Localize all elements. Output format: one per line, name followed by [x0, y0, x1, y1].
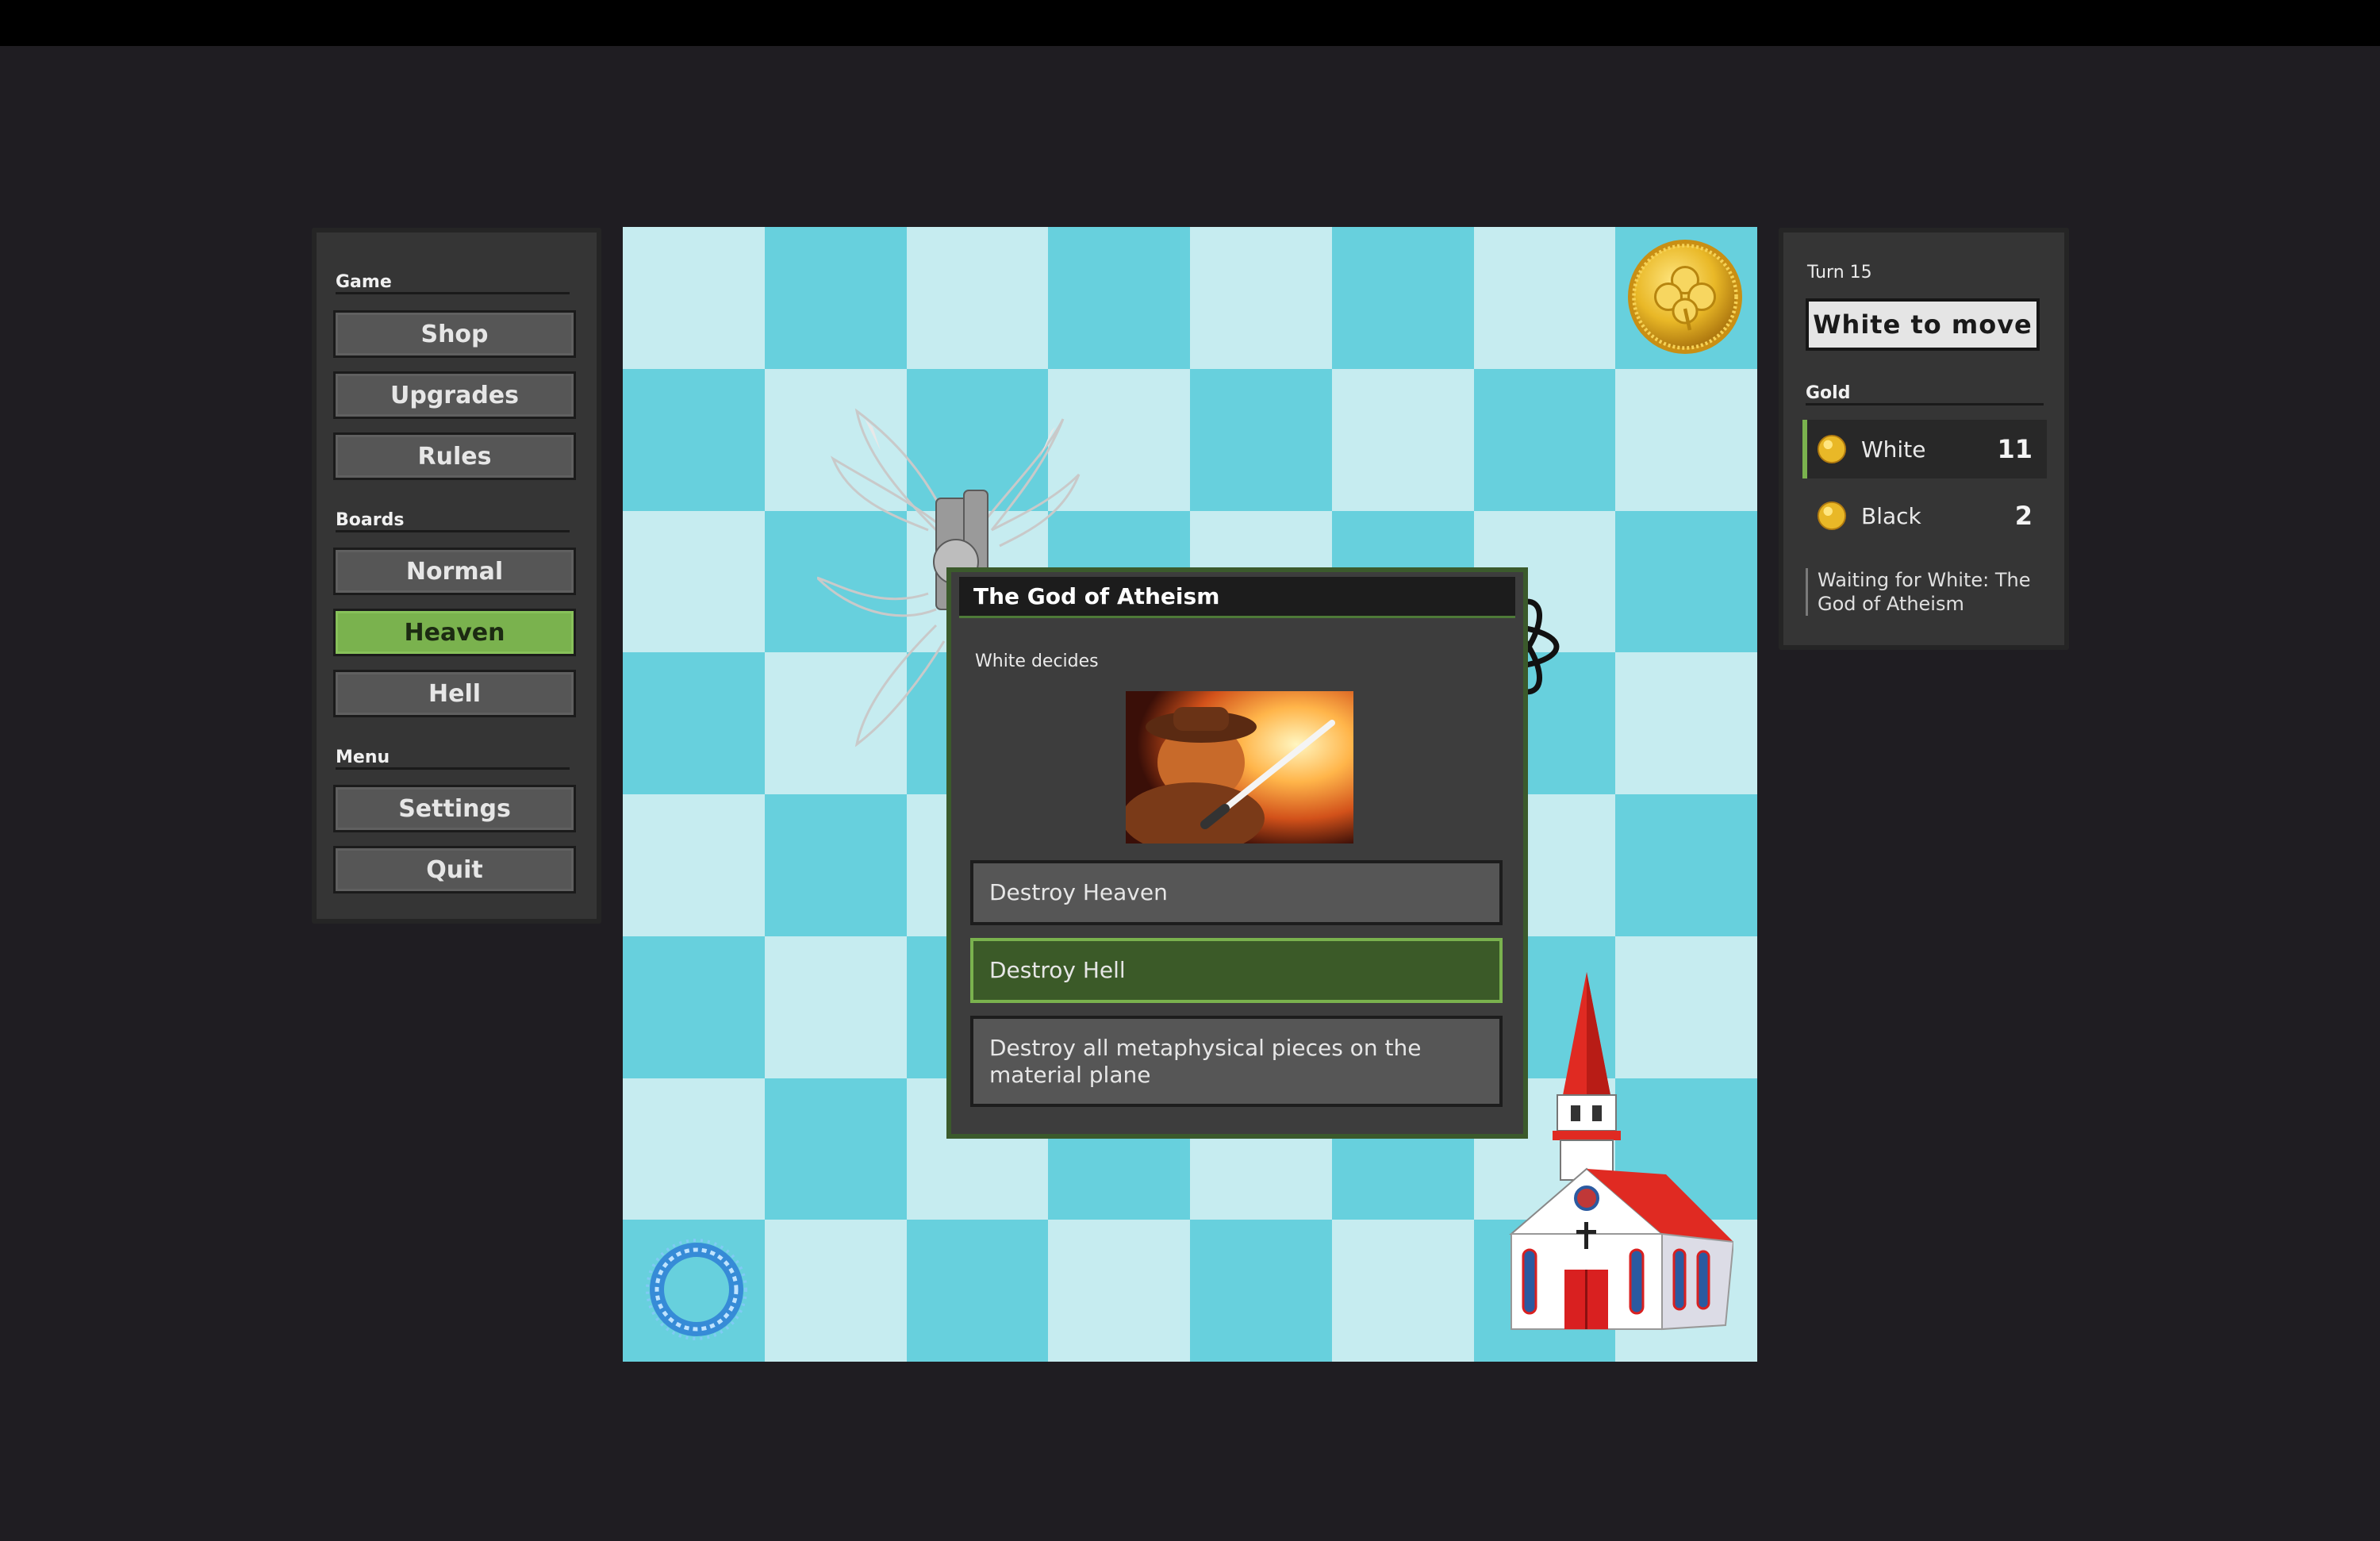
waiting-status-text: Waiting for White: The God of Atheism [1806, 568, 2036, 616]
board-square[interactable] [1331, 1220, 1474, 1362]
board-square[interactable] [1473, 368, 1616, 511]
board-square[interactable] [623, 936, 765, 1078]
board-square[interactable] [623, 794, 765, 936]
settings-button[interactable]: Settings [333, 785, 576, 832]
board-square[interactable] [1615, 794, 1757, 936]
board-square[interactable] [1331, 368, 1474, 511]
gold-row-white: White 11 [1802, 420, 2047, 478]
board-square[interactable] [1048, 227, 1190, 369]
board-square[interactable] [623, 227, 765, 369]
turn-counter: Turn 15 [1807, 263, 1872, 282]
choice-destroy-heaven-button[interactable]: Destroy Heaven [970, 860, 1503, 925]
choice-destroy-metaphysical-button[interactable]: Destroy all metaphysical pieces on the m… [970, 1016, 1503, 1107]
player-name-black: Black [1861, 502, 1921, 529]
modal-title: The God of Atheism [959, 577, 1515, 618]
board-square[interactable] [906, 1220, 1049, 1362]
game-status-panel: Turn 15 White to move Gold White 11 Blac… [1779, 228, 2069, 650]
rules-button[interactable]: Rules [333, 432, 576, 480]
board-square[interactable] [623, 1078, 765, 1220]
board-square[interactable] [623, 510, 765, 653]
board-normal-button[interactable]: Normal [333, 548, 576, 595]
board-square[interactable] [1615, 510, 1757, 653]
blue-portal-ring-piece[interactable] [641, 1234, 752, 1345]
modal-subtitle: White decides [975, 651, 1099, 671]
board-square[interactable] [764, 936, 907, 1078]
choice-destroy-hell-button[interactable]: Destroy Hell [970, 938, 1503, 1003]
gold-coin-icon [1817, 501, 1847, 531]
gold-row-black: Black 2 [1802, 486, 2047, 545]
board-square[interactable] [1190, 368, 1332, 511]
section-title-menu: Menu [336, 747, 570, 770]
board-square[interactable] [764, 1078, 907, 1220]
board-square[interactable] [1190, 1220, 1332, 1362]
gold-coin-icon [1817, 434, 1847, 464]
gold-amount-white: 11 [1997, 434, 2033, 464]
section-title-game: Game [336, 272, 570, 294]
board-square[interactable] [906, 227, 1049, 369]
to-move-indicator: White to move [1806, 298, 2040, 351]
gold-section-title: Gold [1806, 383, 2044, 405]
side-menu-panel: Game Shop Upgrades Rules Boards Normal H… [312, 228, 601, 924]
board-square[interactable] [764, 1220, 907, 1362]
board-square[interactable] [1473, 227, 1616, 369]
gold-amount-black: 2 [2014, 501, 2033, 531]
board-square[interactable] [623, 368, 765, 511]
board-heaven-button[interactable]: Heaven [333, 609, 576, 656]
board-square[interactable] [1190, 227, 1332, 369]
window-top-bar [0, 0, 2380, 46]
church-piece[interactable] [1495, 972, 1733, 1333]
board-hell-button[interactable]: Hell [333, 670, 576, 717]
board-square[interactable] [1048, 1220, 1190, 1362]
board-square[interactable] [764, 794, 907, 936]
player-name-white: White [1861, 436, 1926, 463]
board-square[interactable] [1615, 652, 1757, 794]
board-square[interactable] [623, 652, 765, 794]
gold-coin-piece[interactable] [1626, 237, 1745, 356]
shop-button[interactable]: Shop [333, 310, 576, 358]
section-title-boards: Boards [336, 510, 570, 532]
board-square[interactable] [1615, 368, 1757, 511]
quit-button[interactable]: Quit [333, 846, 576, 893]
upgrades-button[interactable]: Upgrades [333, 371, 576, 419]
decision-modal: The God of Atheism White decides Destroy… [946, 567, 1528, 1139]
board-square[interactable] [1331, 227, 1474, 369]
modal-illustration [1126, 691, 1353, 844]
board-square[interactable] [764, 227, 907, 369]
